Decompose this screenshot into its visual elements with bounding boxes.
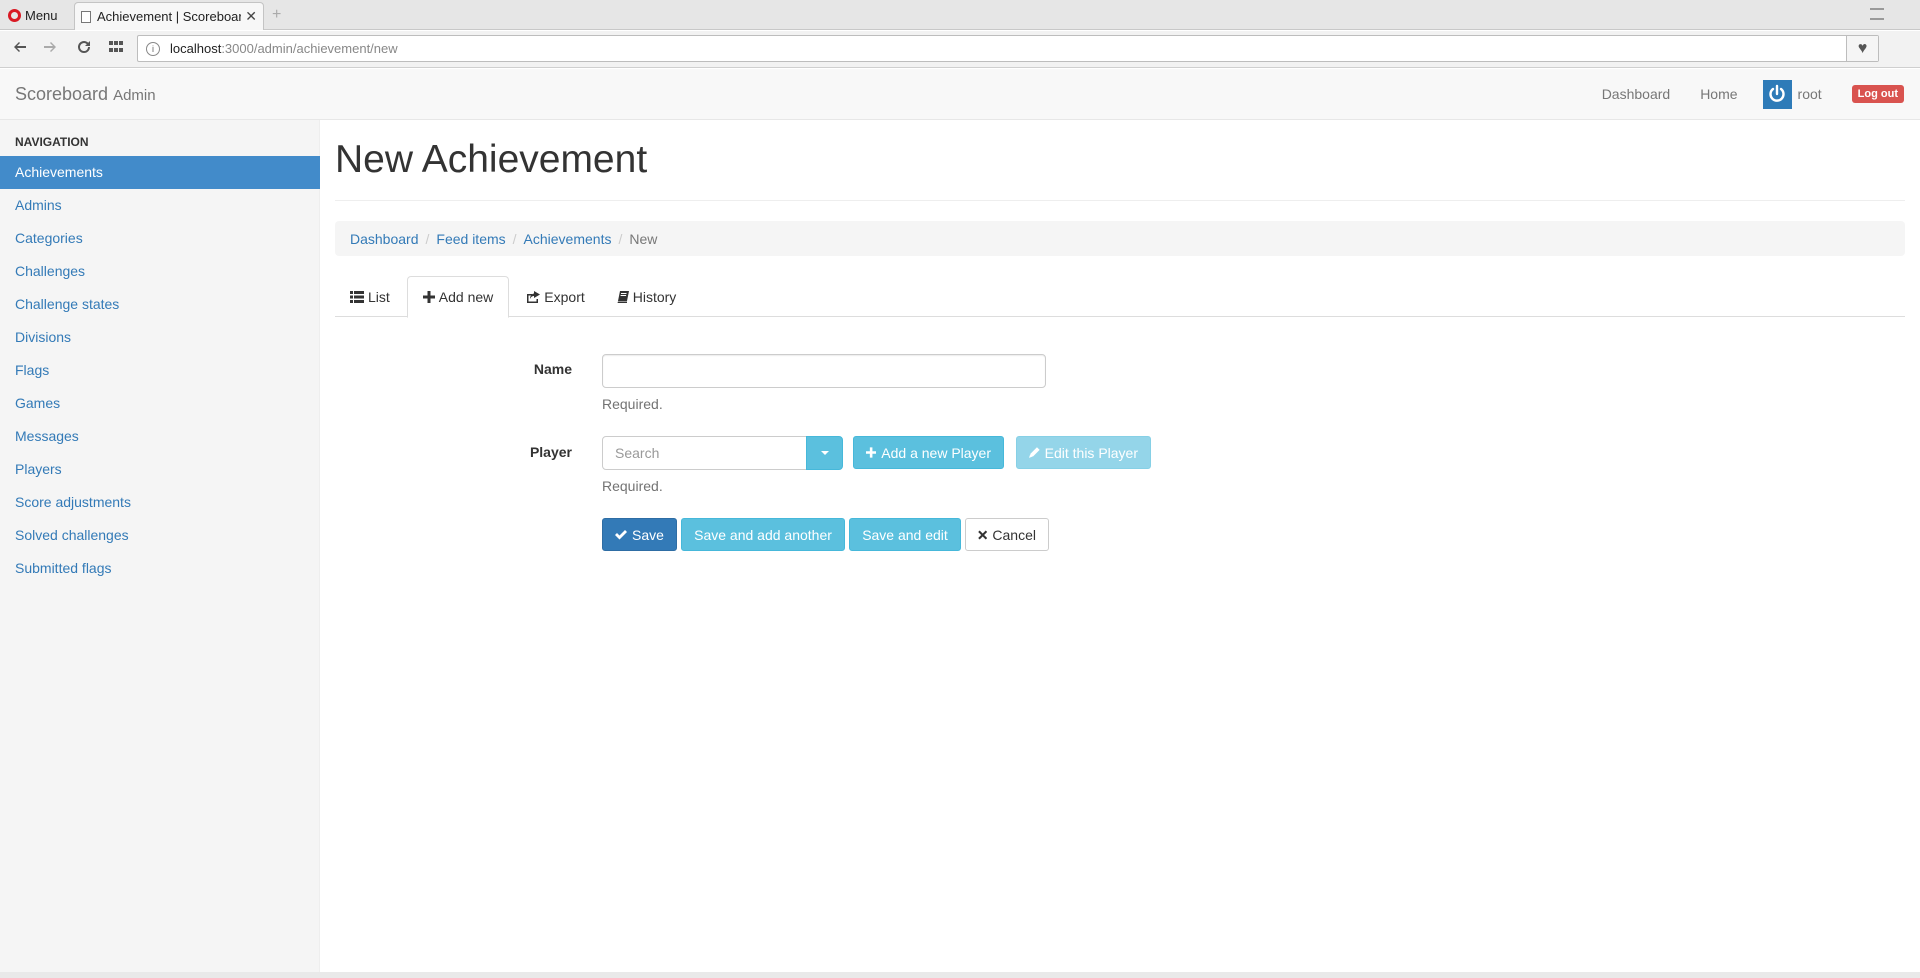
site-info-icon[interactable]: i: [146, 41, 160, 56]
browser-tab-bar: Menu Achievement | Scoreboard ✕ +: [0, 0, 1920, 30]
sidebar-item-score-adjustments[interactable]: Score adjustments: [0, 486, 320, 519]
nav-link-dashboard[interactable]: Dashboard: [1587, 86, 1686, 102]
save-and-edit-button[interactable]: Save and edit: [849, 518, 961, 551]
sidebar-header: Navigation: [15, 135, 89, 149]
breadcrumb-dashboard[interactable]: Dashboard: [350, 231, 419, 247]
forward-icon[interactable]: [40, 39, 60, 60]
browser-menu-label: Menu: [25, 7, 58, 23]
achievement-form: Name Required. Player Search Add a new P…: [335, 346, 1905, 596]
check-icon: [615, 530, 628, 540]
url-path: :3000/admin/achievement/new: [221, 41, 398, 56]
brand-name: Scoreboard: [15, 84, 109, 104]
plus-icon: [422, 291, 435, 303]
player-dropdown-toggle[interactable]: [806, 436, 843, 470]
sidebar: Navigation Achievements Admins Categorie…: [0, 120, 320, 978]
save-and-add-another-label: Save and add another: [694, 526, 832, 543]
tab-list[interactable]: List: [335, 276, 405, 317]
tab-list-label: List: [368, 288, 390, 305]
brand-suffix: Admin: [113, 87, 156, 104]
edit-player-label: Edit this Player: [1044, 444, 1138, 461]
tab-add-new-label: Add new: [438, 289, 494, 305]
bottom-strip: [0, 972, 1920, 978]
add-player-button[interactable]: Add a new Player: [853, 436, 1004, 469]
sidebar-item-flags[interactable]: Flags: [0, 354, 320, 387]
book-icon: [617, 290, 629, 303]
breadcrumb-current: New: [629, 230, 658, 247]
save-label: Save: [632, 526, 664, 543]
action-tabs: List Add new Export History: [335, 276, 1905, 318]
tab-history[interactable]: History: [602, 276, 692, 317]
user-name[interactable]: root: [1792, 86, 1837, 102]
name-label: Name: [533, 361, 572, 377]
sidebar-item-categories[interactable]: Categories: [0, 222, 320, 255]
list-icon: [350, 290, 364, 303]
breadcrumb-separator: /: [618, 230, 623, 247]
tab-menu-icon[interactable]: [1870, 8, 1884, 20]
logout-button[interactable]: Log out: [1851, 85, 1904, 103]
pencil-icon: [1029, 447, 1040, 458]
save-and-edit-label: Save and edit: [862, 526, 948, 543]
tab-history-label: History: [632, 288, 677, 305]
heart-icon[interactable]: ♥: [1846, 36, 1878, 61]
tab-export[interactable]: Export: [511, 276, 599, 317]
cancel-label: Cancel: [992, 526, 1036, 543]
address-bar[interactable]: i localhost:3000/admin/achievement/new ♥: [137, 35, 1879, 62]
cancel-button[interactable]: Cancel: [965, 518, 1049, 551]
sidebar-item-divisions[interactable]: Divisions: [0, 321, 320, 354]
breadcrumb-separator: /: [512, 230, 517, 247]
browser-menu-button[interactable]: Menu: [8, 6, 58, 24]
page-icon: [81, 10, 91, 23]
speed-dial-icon[interactable]: [106, 39, 126, 60]
brand-link[interactable]: Scoreboard Admin: [15, 84, 156, 105]
plus-icon: [866, 447, 877, 458]
sidebar-item-messages[interactable]: Messages: [0, 420, 320, 453]
breadcrumb-separator: /: [425, 230, 430, 247]
nav-link-home[interactable]: Home: [1685, 86, 1752, 102]
power-icon[interactable]: [1762, 79, 1792, 109]
page-title: New Achievement: [335, 138, 1905, 201]
sidebar-nav: Achievements Admins Categories Challenge…: [0, 156, 320, 585]
name-help: Required.: [602, 396, 663, 412]
sidebar-item-challenge-states[interactable]: Challenge states: [0, 288, 320, 321]
share-icon: [526, 290, 541, 303]
main-content: New Achievement Dashboard / Feed items /…: [335, 120, 1905, 551]
sidebar-item-achievements[interactable]: Achievements: [0, 156, 320, 189]
reload-icon[interactable]: [74, 39, 94, 60]
player-search-input[interactable]: Search: [602, 436, 807, 470]
name-input[interactable]: [602, 354, 1046, 388]
url-host: localhost: [170, 41, 222, 56]
edit-player-button[interactable]: Edit this Player: [1016, 436, 1151, 469]
save-button[interactable]: Save: [602, 518, 677, 551]
browser-toolbar: i localhost:3000/admin/achievement/new ♥: [0, 31, 1920, 68]
save-and-add-another-button[interactable]: Save and add another: [681, 518, 845, 551]
close-icon[interactable]: ✕: [245, 8, 257, 25]
add-player-label: Add a new Player: [881, 444, 991, 461]
caret-down-icon: [820, 451, 829, 455]
back-icon[interactable]: [10, 39, 30, 60]
sidebar-item-players[interactable]: Players: [0, 453, 320, 486]
tab-export-label: Export: [544, 288, 585, 305]
breadcrumb-feed-items[interactable]: Feed items: [436, 231, 505, 247]
opera-logo-icon: [8, 8, 21, 22]
browser-tab-title: Achievement | Scoreboard: [97, 9, 242, 24]
sidebar-item-challenges[interactable]: Challenges: [0, 255, 320, 288]
times-icon: [978, 530, 988, 539]
tab-add-new[interactable]: Add new: [406, 276, 510, 318]
breadcrumb-achievements[interactable]: Achievements: [524, 231, 612, 247]
breadcrumb: Dashboard / Feed items / Achievements / …: [335, 221, 1905, 256]
player-label: Player: [529, 444, 572, 460]
admin-navbar: Scoreboard Admin Dashboard Home root Log…: [0, 69, 1920, 120]
new-tab-button[interactable]: +: [272, 6, 281, 24]
browser-tab[interactable]: Achievement | Scoreboard ✕: [74, 2, 264, 30]
sidebar-item-submitted-flags[interactable]: Submitted flags: [0, 552, 320, 585]
sidebar-item-solved-challenges[interactable]: Solved challenges: [0, 519, 320, 552]
navbar-right: Dashboard Home root Log out: [1587, 69, 1920, 119]
sidebar-item-admins[interactable]: Admins: [0, 189, 320, 222]
player-help: Required.: [602, 478, 663, 494]
sidebar-item-games[interactable]: Games: [0, 387, 320, 420]
